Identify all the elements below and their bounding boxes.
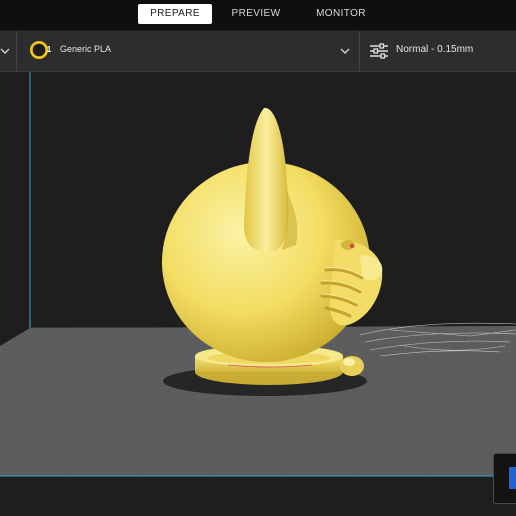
- material-dropdown-chevron-icon[interactable]: [340, 47, 350, 55]
- settings-bar: 1 Generic PLA Normal - 0.15mm: [0, 31, 516, 72]
- print-settings-sliders-icon: [370, 43, 388, 59]
- action-button[interactable]: [509, 467, 516, 489]
- material-name: Generic PLA: [60, 44, 112, 54]
- print-settings-selector[interactable]: Normal - 0.15mm: [360, 31, 516, 71]
- scene-canvas[interactable]: [0, 72, 516, 516]
- tab-prepare[interactable]: PREPARE: [138, 4, 212, 24]
- tab-monitor[interactable]: MONITOR: [304, 4, 378, 24]
- model-ear: [244, 107, 289, 253]
- tab-preview[interactable]: PREVIEW: [222, 4, 290, 24]
- model-snout: [360, 255, 383, 280]
- print-profile-label: Normal - 0.15mm: [396, 44, 474, 55]
- 3d-viewport[interactable]: [0, 72, 516, 516]
- model-eye-mark: [349, 244, 355, 248]
- printer-dropdown-chevron-icon[interactable]: [0, 47, 10, 55]
- material-selector[interactable]: 1 Generic PLA: [17, 31, 359, 71]
- model-bell-highlight: [343, 358, 355, 366]
- extruder-number: 1: [46, 45, 52, 54]
- stage-bar: PREPARE PREVIEW MONITOR: [0, 0, 516, 30]
